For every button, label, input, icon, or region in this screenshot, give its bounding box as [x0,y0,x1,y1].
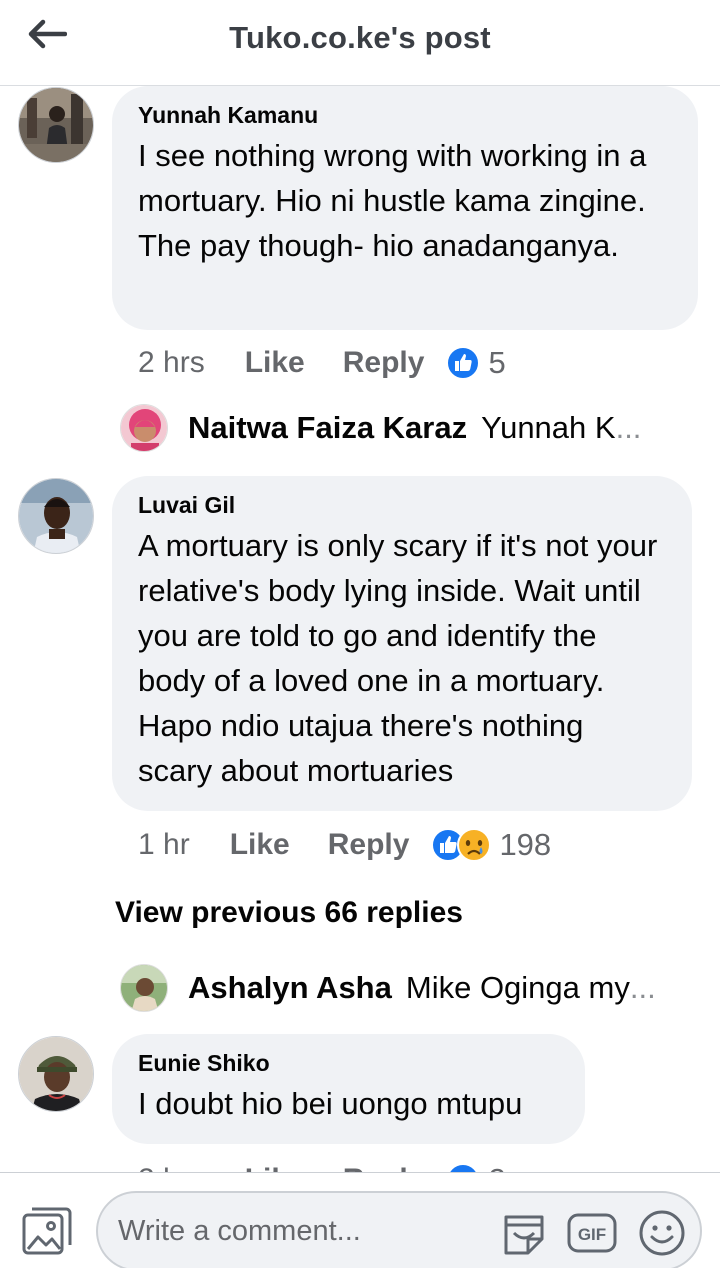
reply-preview[interactable]: Ashalyn Asha Mike Oginga my ... [120,964,656,1012]
avatar-naitwa [120,404,168,452]
emoji-icon[interactable] [636,1207,688,1259]
reply-ellipsis: ... [629,970,656,1005]
reactions[interactable]: 198 [431,827,551,863]
avatar-ashalyn [120,964,168,1012]
comment-input[interactable]: Write a comment... GIF [96,1191,702,1268]
reaction-count: 5 [488,345,506,380]
reply-author: Ashalyn Asha [188,970,392,1005]
comment-text: I see nothing wrong with working in a mo… [138,138,647,263]
photo-button[interactable] [20,1205,74,1257]
comment-actions: 2 hrs Like Reply 5 [138,345,506,381]
like-button[interactable]: Like [245,346,305,380]
like-button[interactable]: Like [230,828,290,862]
sticker-icon[interactable] [498,1207,550,1259]
reply-author: Naitwa Faiza Karaz [188,410,468,445]
view-previous-replies[interactable]: View previous 66 replies [115,896,463,930]
reply-button[interactable]: Reply [343,346,425,380]
comment-author[interactable]: Luvai Gil [138,492,666,519]
photo-icon [22,1207,72,1255]
reply-button[interactable]: Reply [328,828,410,862]
comment-time[interactable]: 1 hr [138,828,190,862]
gif-icon[interactable]: GIF [566,1207,618,1259]
reply-snippet: Yunnah K [481,410,616,445]
comment-placeholder: Write a comment... [118,1215,361,1247]
comment-time[interactable]: 2 hrs [138,346,205,380]
top-bar: Tuko.co.ke's post [0,0,720,86]
reply-preview[interactable]: Naitwa Faiza Karaz Yunnah K ... [120,404,641,452]
reply-snippet: Mike Oginga my [405,970,630,1005]
comment-composer: Write a comment... GIF [0,1172,720,1268]
comment-bubble[interactable]: Eunie Shiko I doubt hio bei uongo mtupu [112,1034,585,1144]
reaction-count: 198 [499,827,552,862]
avatar-yunnah[interactable] [18,87,94,163]
comment-bubble[interactable]: Luvai Gil A mortuary is only scary if it… [112,476,692,811]
like-reaction-icon [446,346,481,380]
comment-text: I doubt hio bei uongo mtupu [138,1086,523,1121]
comment-bubble[interactable]: Yunnah Kamanu I see nothing wrong with w… [112,86,698,330]
reply-ellipsis: ... [615,410,642,445]
avatar-luvai[interactable] [18,478,94,554]
svg-text:GIF: GIF [578,1225,606,1244]
comment-text: A mortuary is only scary if it's not you… [138,528,658,788]
page-title: Tuko.co.ke's post [229,20,491,55]
comment-actions: 1 hr Like Reply 198 [138,827,551,863]
avatar-eunie[interactable] [18,1036,94,1112]
reactions[interactable]: 5 [446,345,506,381]
comment-author[interactable]: Eunie Shiko [138,1050,559,1077]
comment-author[interactable]: Yunnah Kamanu [138,102,672,129]
sad-reaction-icon [457,828,492,862]
